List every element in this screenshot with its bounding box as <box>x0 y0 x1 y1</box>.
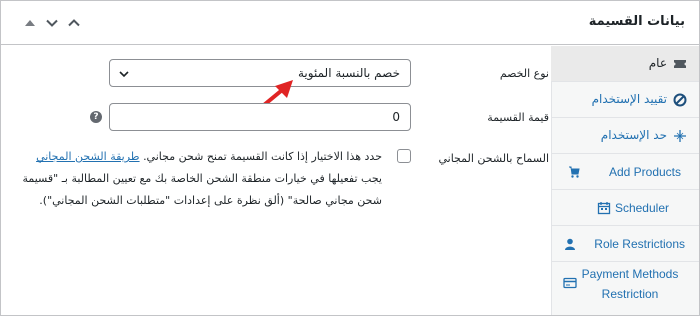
block-icon <box>673 93 687 107</box>
discount-type-value: خصم بالنسبة المئوية <box>298 66 400 80</box>
tab-label: Add Products <box>608 165 681 179</box>
coupon-data-panel: بيانات القسيمة عام تقييد الإستخدام حد ال… <box>0 0 700 316</box>
free-shipping-text-before: حدد هذا الاختيار إذا كانت القسيمة تمنح ش… <box>143 150 382 163</box>
free-shipping-label: السماح بالشحن المجاني <box>438 152 549 165</box>
tab-usage-restriction[interactable]: تقييد الإستخدام <box>551 82 699 118</box>
chevron-up-icon[interactable] <box>67 16 81 30</box>
coupon-amount-input[interactable] <box>109 103 411 131</box>
user-icon <box>563 237 577 251</box>
coupon-amount-field[interactable] <box>110 104 410 130</box>
general-tab-content: نوع الخصم خصم بالنسبة المئوية قيمة القسي… <box>1 46 552 315</box>
discount-type-label: نوع الخصم <box>499 67 549 80</box>
free-shipping-description: حدد هذا الاختيار إذا كانت القسيمة تمنح ش… <box>22 146 382 212</box>
tab-general[interactable]: عام <box>551 46 699 82</box>
tab-label: Scheduler <box>614 201 669 215</box>
tab-usage-limits[interactable]: حد الإستخدام <box>551 118 699 154</box>
coupon-amount-label: قيمة القسيمة <box>487 111 549 124</box>
tab-label: عام <box>648 56 667 70</box>
tab-label: Role Restrictions <box>594 237 685 251</box>
coupon-tabs-sidebar: عام تقييد الإستخدام حد الإستخدام Add Pro… <box>551 46 699 315</box>
tab-add-products[interactable]: Add Products <box>551 154 699 190</box>
panel-title: بيانات القسيمة <box>588 14 685 29</box>
free-shipping-text-after: يجب تفعيلها في خيارات منطقة الشحن الخاصة… <box>22 172 382 207</box>
tab-role-restrictions[interactable]: Role Restrictions <box>551 226 699 262</box>
free-shipping-checkbox[interactable] <box>397 149 411 163</box>
help-icon[interactable]: ? <box>90 111 102 123</box>
calendar-icon <box>597 201 611 215</box>
tab-label: Payment Methods Restriction <box>581 267 679 301</box>
free-shipping-method-link[interactable]: طريقة الشحن المجاني <box>36 150 140 163</box>
panel-header: بيانات القسيمة <box>1 1 699 45</box>
tab-label: تقييد الإستخدام <box>591 92 667 106</box>
tab-scheduler[interactable]: Scheduler <box>551 190 699 226</box>
chevron-down-icon <box>118 68 130 80</box>
plus-cross-icon <box>673 129 687 143</box>
tab-label: حد الإستخدام <box>600 128 667 142</box>
ticket-icon <box>673 57 687 71</box>
tab-payment-methods-restriction[interactable]: Payment Methods Restriction <box>551 262 699 315</box>
chevron-down-icon[interactable] <box>45 16 59 30</box>
cart-icon <box>567 165 581 179</box>
triangle-up-icon[interactable] <box>23 16 37 30</box>
